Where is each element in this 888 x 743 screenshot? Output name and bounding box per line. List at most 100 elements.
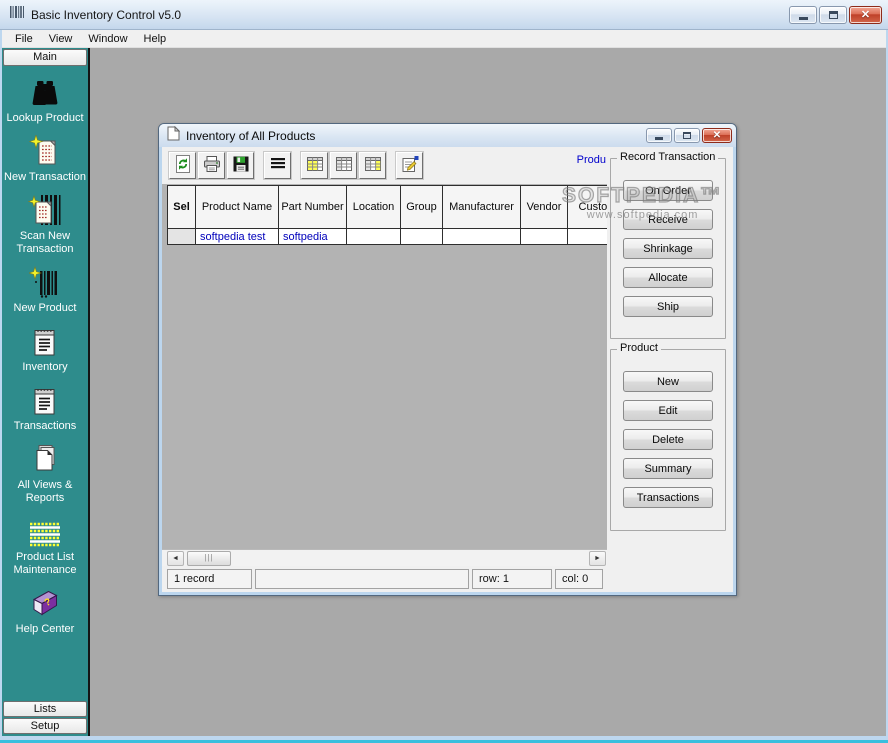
column-header-sel[interactable]: Sel (168, 186, 196, 229)
inventory-child-window: Inventory of All Products ✕ Produ SelPro… (158, 123, 737, 596)
product-buttons: New Edit Delete Summary Transactions (611, 371, 725, 508)
toolbar-button-rows-view[interactable] (264, 152, 291, 179)
product-link[interactable]: Produ (577, 154, 606, 166)
sidebar-item-label: All Views & Reports (4, 479, 86, 505)
sidebar-item-product-list-maintenance[interactable]: Product List Maintenance (4, 515, 86, 577)
menu-view[interactable]: View (41, 31, 81, 47)
toolbar-button-grid-yellow[interactable] (301, 152, 328, 179)
status-message-cell (255, 569, 469, 589)
app-title: Basic Inventory Control v5.0 (31, 8, 789, 22)
table-cell[interactable] (347, 229, 401, 245)
ship-button[interactable]: Ship (623, 296, 713, 317)
child-maximize-button[interactable] (674, 128, 700, 143)
product-group-title: Product (617, 342, 661, 354)
refresh-icon (173, 154, 193, 177)
sidebar-main-button[interactable]: Main (3, 49, 87, 66)
toolbar-button-grid-plain[interactable] (330, 152, 357, 179)
mdi-workspace: Inventory of All Products ✕ Produ SelPro… (90, 48, 886, 736)
product-edit-button[interactable]: Edit (623, 400, 713, 421)
action-panel: Record Transaction On OrderReceiveShrink… (607, 147, 733, 592)
scroll-thumb[interactable]: ||| (187, 551, 231, 566)
grid-mixed-icon (363, 154, 383, 177)
products-table: SelProduct NamePart NumberLocationGroupM… (167, 185, 607, 245)
sidebar-item-new-transaction[interactable]: New Transaction (4, 135, 86, 184)
sidebar-item-label: Lookup Product (6, 112, 83, 125)
scroll-left-button[interactable]: ◄ (167, 551, 184, 566)
close-button[interactable]: ✕ (849, 6, 882, 24)
toolbar-button-refresh[interactable] (169, 152, 196, 179)
table-cell[interactable] (568, 229, 607, 245)
table-cell[interactable]: softpedia (279, 229, 347, 245)
sidebar-item-scan-new-transaction[interactable]: Scan New Transaction (4, 194, 86, 256)
toolbar: Produ (162, 147, 607, 184)
sidebar-item-all-views-reports[interactable]: All Views & Reports (4, 443, 86, 505)
table-pane: Produ SelProduct NamePart NumberLocation… (162, 147, 607, 592)
table-cell[interactable] (521, 229, 568, 245)
child-window-title: Inventory of All Products (186, 129, 646, 143)
toolbar-button-grid-mixed[interactable] (359, 152, 386, 179)
table-cell[interactable] (401, 229, 443, 245)
app-titlebar: Basic Inventory Control v5.0 ✕ (0, 0, 888, 30)
table-cell[interactable] (443, 229, 521, 245)
app-window: Basic Inventory Control v5.0 ✕ FileViewW… (0, 0, 888, 743)
record-transaction-buttons: On Order Receive Shrinkage Allocate Ship (611, 180, 725, 317)
sidebar-item-label: Transactions (14, 420, 77, 433)
toolbar-button-form-edit[interactable] (396, 152, 423, 179)
rows-view-icon (268, 154, 288, 177)
horizontal-scrollbar[interactable]: ◄ ||| ► (162, 549, 607, 566)
child-close-button[interactable]: ✕ (702, 128, 732, 143)
scroll-right-button[interactable]: ► (589, 551, 606, 566)
sidebar-item-transactions[interactable]: Transactions (14, 384, 77, 433)
on-order-button[interactable]: On Order (623, 180, 713, 201)
record-transaction-group: Record Transaction On OrderReceiveShrink… (610, 158, 726, 339)
minimize-icon (655, 137, 663, 140)
table-cell[interactable]: softpedia test (196, 229, 279, 245)
allocate-button[interactable]: Allocate (623, 267, 713, 288)
sidebar-setup-button[interactable]: Setup (3, 718, 87, 734)
column-header-part-number[interactable]: Part Number (279, 186, 347, 229)
menu-window[interactable]: Window (80, 31, 135, 47)
column-header-location[interactable]: Location (347, 186, 401, 229)
menu-help[interactable]: Help (136, 31, 175, 47)
minimize-button[interactable] (789, 6, 817, 24)
receive-button[interactable]: Receive (623, 209, 713, 230)
column-header-group[interactable]: Group (401, 186, 443, 229)
shrinkage-button[interactable]: Shrinkage (623, 238, 713, 259)
column-header-product-name[interactable]: Product Name (196, 186, 279, 229)
status-bar: 1 record row: 1 col: 0 (162, 566, 607, 592)
sidebar-item-inventory[interactable]: Inventory (22, 325, 67, 374)
sidebar-item-help-center[interactable]: ?Help Center (16, 587, 75, 636)
sidebar-item-label: Product List Maintenance (4, 551, 86, 577)
new-transaction-icon (29, 135, 61, 168)
sidebar-item-label: New Transaction (4, 171, 86, 184)
toolbar-button-save[interactable] (227, 152, 254, 179)
toolbar-button-print[interactable] (198, 152, 225, 179)
table-cell[interactable] (168, 229, 196, 245)
sidebar-lists-button[interactable]: Lists (3, 701, 87, 717)
product-delete-button[interactable]: Delete (623, 429, 713, 450)
status-row-indicator: row: 1 (472, 569, 552, 589)
status-col-indicator: col: 0 (555, 569, 603, 589)
notepad-icon (30, 384, 60, 417)
column-header-custom[interactable]: Custom (568, 186, 607, 229)
product-group: Product NewEditDeleteSummaryTransactions (610, 349, 726, 531)
grip-icon: ||| (204, 554, 213, 562)
table-row[interactable]: softpedia testsoftpedia (168, 229, 607, 245)
scan-transaction-icon (28, 194, 62, 227)
child-minimize-button[interactable] (646, 128, 672, 143)
product-new-button[interactable]: New (623, 371, 713, 392)
barcode-new-icon (29, 266, 61, 299)
maximize-icon (829, 11, 838, 19)
product-transactions-button[interactable]: Transactions (623, 487, 713, 508)
column-header-vendor[interactable]: Vendor (521, 186, 568, 229)
sidebar-item-lookup-product[interactable]: Lookup Product (6, 76, 83, 125)
sidebar-item-label: Help Center (16, 623, 75, 636)
main-area: Main Lookup Product New Transaction Scan N… (2, 48, 886, 736)
column-header-manufacturer[interactable]: Manufacturer (443, 186, 521, 229)
menu-file[interactable]: File (7, 31, 41, 47)
sidebar-item-new-product[interactable]: New Product (14, 266, 77, 315)
child-titlebar: Inventory of All Products ✕ (159, 124, 736, 147)
menu-bar: FileViewWindowHelp (2, 30, 886, 48)
product-summary-button[interactable]: Summary (623, 458, 713, 479)
maximize-button[interactable] (819, 6, 847, 24)
